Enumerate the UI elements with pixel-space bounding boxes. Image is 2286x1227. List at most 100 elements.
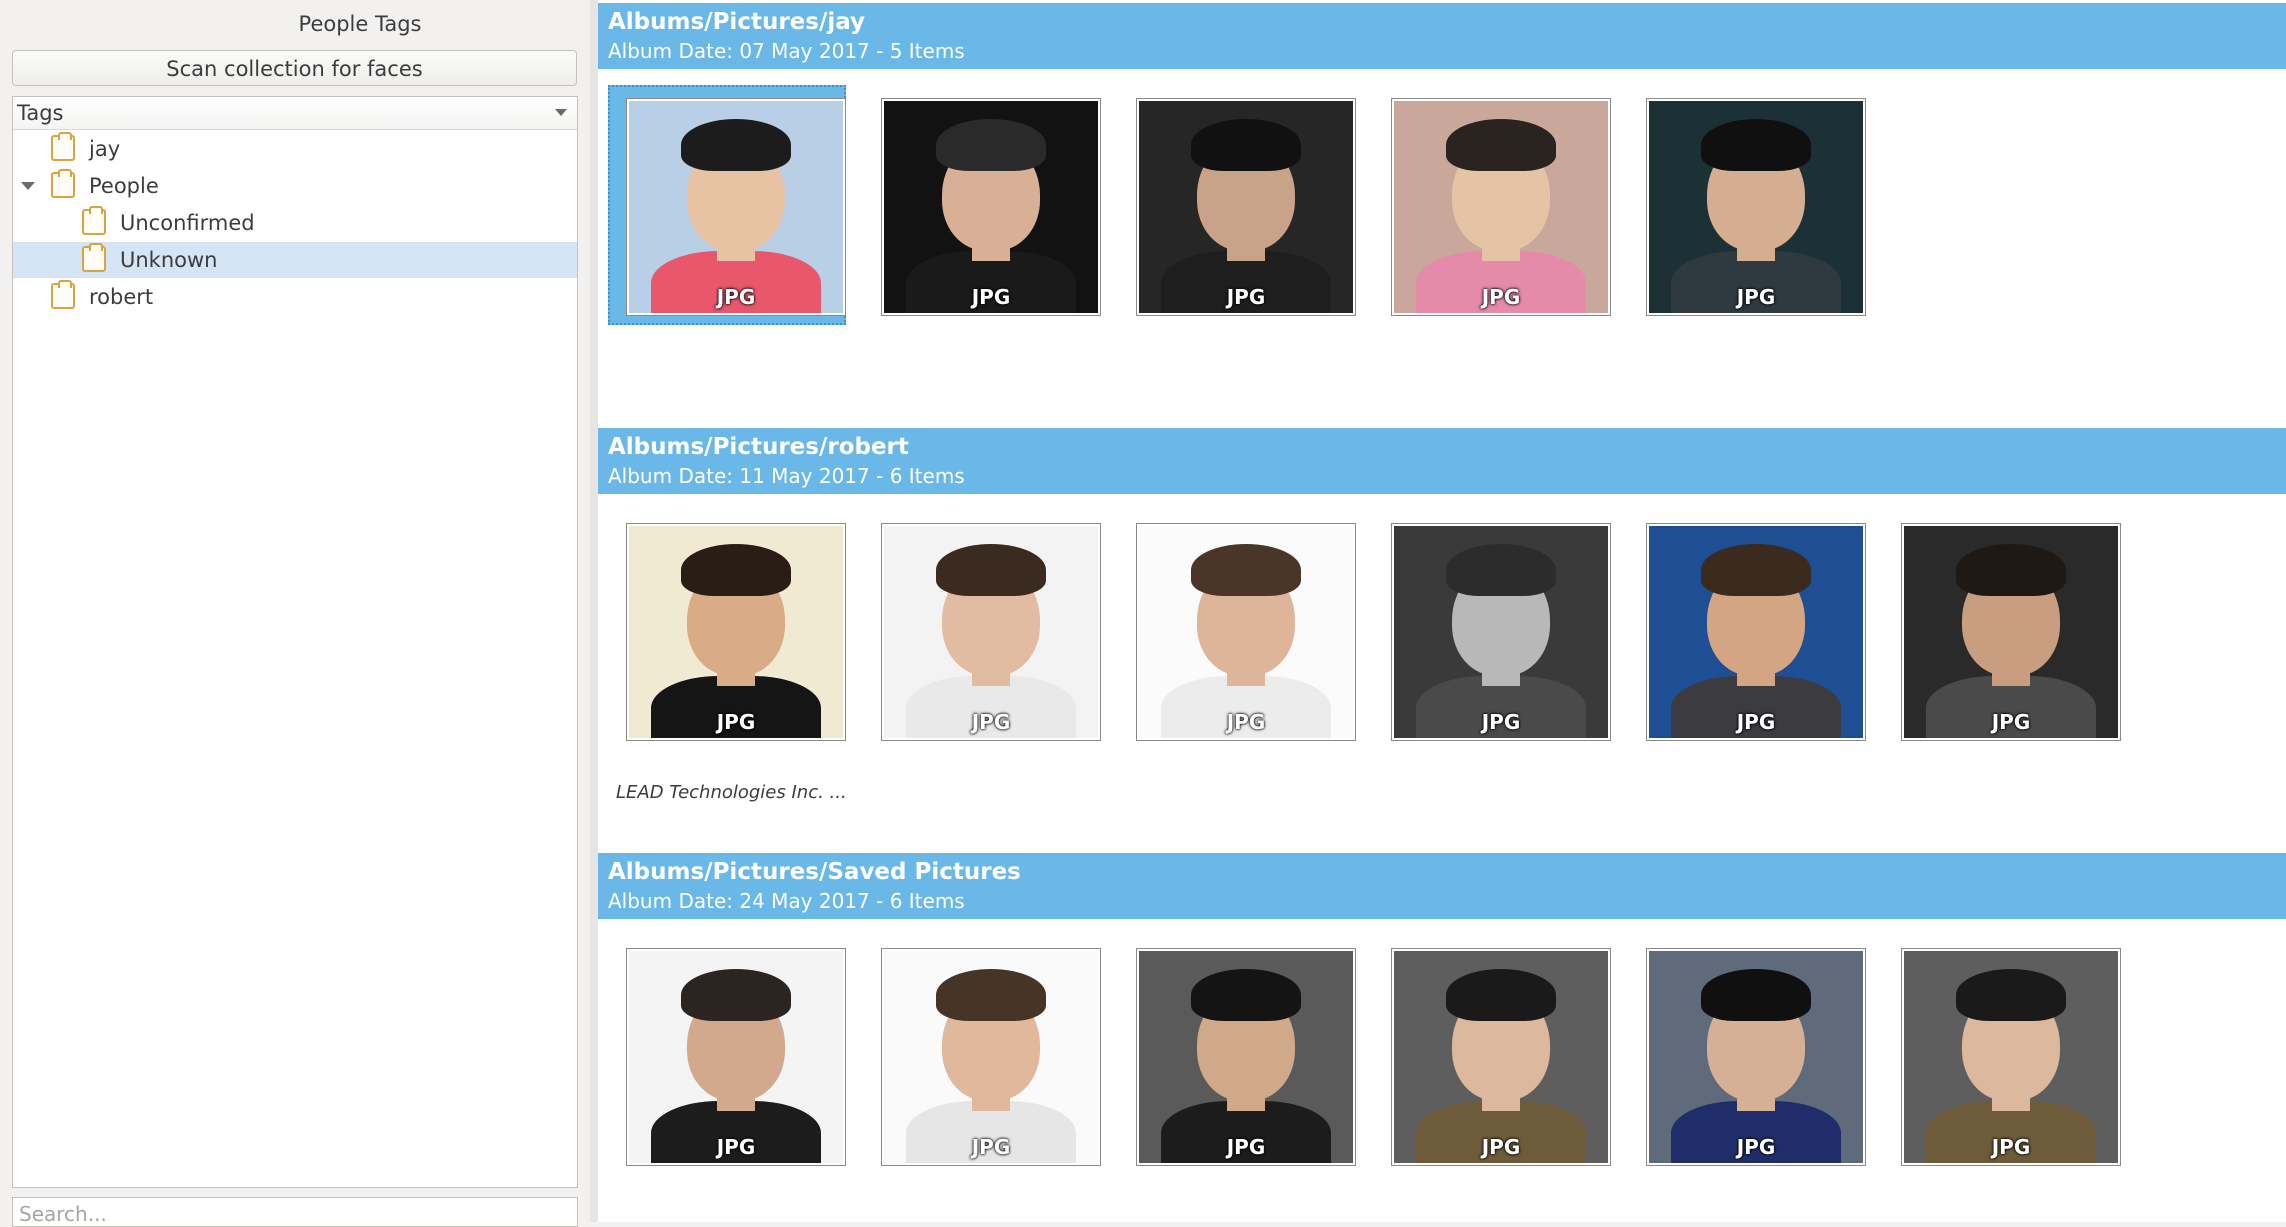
tag-label: jay [89, 137, 121, 161]
photo-thumbnail[interactable]: JPG [1137, 99, 1355, 315]
expand-arrow-icon[interactable] [21, 182, 35, 190]
photo-thumbnail[interactable]: JPG [627, 524, 845, 740]
portrait-hair [1956, 544, 2066, 596]
photo-thumbnail[interactable]: JPG [1902, 949, 2120, 1165]
file-type-label: JPG [716, 710, 756, 734]
album-title: Albums/Pictures/robert [608, 434, 909, 460]
album-subtitle: Album Date: 07 May 2017 - 5 Items [608, 39, 965, 63]
file-type-label: JPG [971, 285, 1011, 309]
thumbnail-cell[interactable]: JPG [608, 510, 846, 750]
tag-label: People [89, 174, 159, 198]
tags-header-label: Tags [17, 101, 64, 125]
file-type-label: JPG [1736, 710, 1776, 734]
photo-thumbnail[interactable]: JPG [1647, 524, 1865, 740]
photo-thumbnail[interactable]: JPG [882, 99, 1100, 315]
file-type-label: JPG [1481, 1135, 1521, 1159]
file-type-label: JPG [971, 1135, 1011, 1159]
file-type-label: JPG [716, 285, 756, 309]
file-type-label: JPG [1481, 285, 1521, 309]
portrait-hair [1191, 544, 1301, 596]
portrait-hair [681, 969, 791, 1021]
thumbnail-cell[interactable]: JPG [1373, 510, 1611, 750]
album-header[interactable]: Albums/Pictures/Saved Pictures Album Date… [598, 853, 2286, 919]
tag-folder-icon [51, 169, 75, 198]
thumbnail-cell[interactable]: JPG [1883, 935, 2121, 1175]
photo-thumbnail[interactable]: JPG [1902, 524, 2120, 740]
sort-arrow-icon[interactable] [555, 109, 567, 116]
file-type-label: JPG [1736, 285, 1776, 309]
portrait-hair [1446, 544, 1556, 596]
photo-thumbnail[interactable]: JPG [1137, 524, 1355, 740]
album-header[interactable]: Albums/Pictures/robert Album Date: 11 May… [598, 428, 2286, 494]
thumbnail-cell[interactable]: JPG [1628, 85, 1866, 325]
portrait-hair [1191, 119, 1301, 171]
photo-thumbnail[interactable]: JPG [882, 949, 1100, 1165]
tag-folder-icon [82, 243, 106, 272]
portrait-hair [1191, 969, 1301, 1021]
file-type-label: JPG [1736, 1135, 1776, 1159]
file-type-label: JPG [1481, 710, 1521, 734]
tag-label: Unknown [120, 248, 218, 272]
thumbnail-cell[interactable]: JPG [1118, 510, 1356, 750]
file-type-label: JPG [1226, 285, 1266, 309]
portrait-hair [1701, 119, 1811, 171]
search-box[interactable] [12, 1197, 578, 1227]
album-title: Albums/Pictures/jay [608, 9, 866, 35]
thumbnail-cell[interactable]: JPG [1373, 935, 1611, 1175]
thumbnail-cell[interactable]: JPG [1628, 935, 1866, 1175]
tag-label: robert [89, 285, 154, 309]
people-tags-panel: People Tags Scan collection for faces Ta… [0, 0, 590, 1227]
file-type-label: JPG [716, 1135, 756, 1159]
portrait-hair [936, 544, 1046, 596]
album-subtitle: Album Date: 24 May 2017 - 6 Items [608, 889, 965, 913]
photo-thumbnail[interactable]: JPG [1647, 949, 1865, 1165]
thumbnail-cell[interactable]: JPG [1118, 935, 1356, 1175]
thumbnail-cell[interactable]: JPG [863, 935, 1101, 1175]
tags-tree[interactable]: Tags jay People Unconfirmed Unknown robert [12, 96, 578, 1188]
portrait-hair [1701, 969, 1811, 1021]
photo-thumbnail[interactable]: JPG [1392, 524, 1610, 740]
photo-thumbnail[interactable]: JPG [1137, 949, 1355, 1165]
file-type-label: JPG [971, 710, 1011, 734]
file-type-label: JPG [1991, 1135, 2031, 1159]
thumbnail-caption: LEAD Technologies Inc. ... [616, 782, 847, 803]
tags-column-header[interactable]: Tags [13, 97, 577, 130]
photo-thumbnail[interactable]: JPG [627, 949, 845, 1165]
thumbnail-cell[interactable]: JPG [1118, 85, 1356, 325]
tag-row-unconfirmed[interactable]: Unconfirmed [13, 205, 577, 241]
tag-row-unknown[interactable]: Unknown [13, 242, 577, 278]
album-view: Albums/Pictures/jay Album Date: 07 May 20… [598, 0, 2286, 1222]
tag-row-people[interactable]: People [13, 168, 577, 204]
photo-thumbnail[interactable]: JPG [627, 99, 845, 315]
tag-row-jay[interactable]: jay [13, 131, 577, 167]
album-subtitle: Album Date: 11 May 2017 - 6 Items [608, 464, 965, 488]
search-input[interactable] [17, 1201, 561, 1227]
thumbnail-cell[interactable]: JPG [863, 510, 1101, 750]
album-title: Albums/Pictures/Saved Pictures [608, 859, 1021, 885]
panel-splitter[interactable] [590, 0, 598, 1222]
tag-folder-icon [51, 280, 75, 309]
photo-thumbnail[interactable]: JPG [1647, 99, 1865, 315]
tag-folder-icon [82, 206, 106, 235]
thumbnail-cell[interactable]: JPG [1373, 85, 1611, 325]
thumbnail-cell[interactable]: JPG [608, 85, 846, 325]
file-type-label: JPG [1226, 1135, 1266, 1159]
scan-faces-button[interactable]: Scan collection for faces [12, 50, 577, 86]
file-type-label: JPG [1991, 710, 2031, 734]
thumbnail-cell[interactable]: JPG [608, 935, 846, 1175]
thumbnail-cell[interactable]: JPG [1883, 510, 2121, 750]
tag-label: Unconfirmed [120, 211, 255, 235]
album-header[interactable]: Albums/Pictures/jay Album Date: 07 May 20… [598, 3, 2286, 69]
photo-thumbnail[interactable]: JPG [1392, 99, 1610, 315]
portrait-hair [1446, 119, 1556, 171]
thumbnail-cell[interactable]: JPG [1628, 510, 1866, 750]
photo-thumbnail[interactable]: JPG [882, 524, 1100, 740]
thumbnail-cell[interactable]: JPG [863, 85, 1101, 325]
portrait-hair [681, 119, 791, 171]
portrait-hair [1956, 969, 2066, 1021]
photo-thumbnail[interactable]: JPG [1392, 949, 1610, 1165]
portrait-hair [1701, 544, 1811, 596]
portrait-hair [681, 544, 791, 596]
tag-folder-icon [51, 132, 75, 161]
tag-row-robert[interactable]: robert [13, 279, 577, 315]
